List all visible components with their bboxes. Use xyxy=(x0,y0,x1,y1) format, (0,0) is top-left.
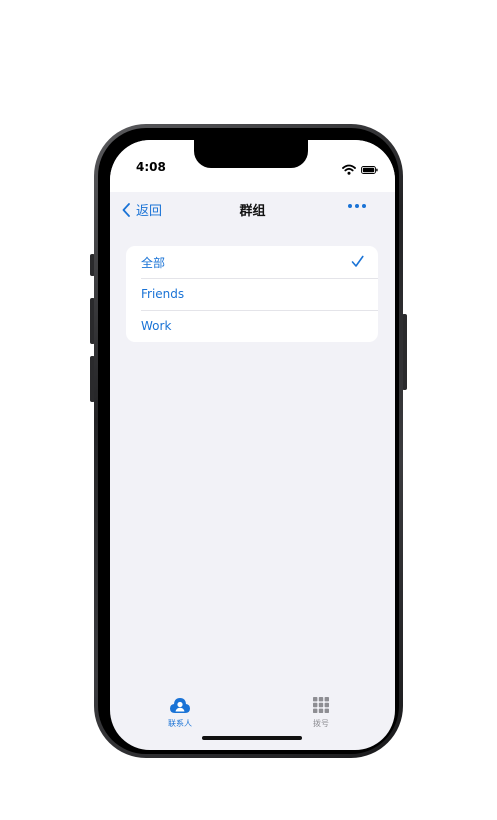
dialpad-icon xyxy=(313,697,329,713)
tab-label: 拨号 xyxy=(313,719,329,728)
phone-screen: 4:08 返回 群组 全部 Friends Work 联系人 拨号 xyxy=(110,140,395,750)
notch xyxy=(194,140,308,168)
status-time: 4:08 xyxy=(136,160,166,174)
more-options-button[interactable] xyxy=(348,204,366,208)
phone-frame: 4:08 返回 群组 全部 Friends Work 联系人 拨号 xyxy=(94,124,403,758)
group-list: 全部 Friends Work xyxy=(126,246,378,342)
checkmark-icon xyxy=(351,255,364,267)
group-item-label: Friends xyxy=(141,287,185,301)
tab-contacts[interactable]: 联系人 xyxy=(150,696,210,729)
group-item-friends[interactable]: Friends xyxy=(126,278,378,310)
contacts-icon xyxy=(170,698,190,713)
group-item-label: Work xyxy=(141,319,172,333)
status-bar: 4:08 xyxy=(110,140,395,192)
group-item-label: 全部 xyxy=(141,255,166,270)
tab-dialer[interactable]: 拨号 xyxy=(291,696,351,729)
navigation-bar: 返回 群组 xyxy=(110,192,395,232)
device-stage: 4:08 返回 群组 全部 Friends Work 联系人 拨号 xyxy=(0,0,497,820)
phone-bezel: 4:08 返回 群组 全部 Friends Work 联系人 拨号 xyxy=(98,128,399,754)
tab-label: 联系人 xyxy=(168,719,192,728)
group-item-all[interactable]: 全部 xyxy=(126,246,378,278)
home-indicator[interactable] xyxy=(202,736,302,740)
battery-icon xyxy=(361,166,378,174)
group-item-work[interactable]: Work xyxy=(126,310,378,342)
more-icon-dot xyxy=(362,204,366,208)
more-icon-dot xyxy=(348,204,352,208)
wifi-icon xyxy=(342,164,356,175)
page-title: 群组 xyxy=(239,204,266,219)
more-icon-dot xyxy=(355,204,359,208)
